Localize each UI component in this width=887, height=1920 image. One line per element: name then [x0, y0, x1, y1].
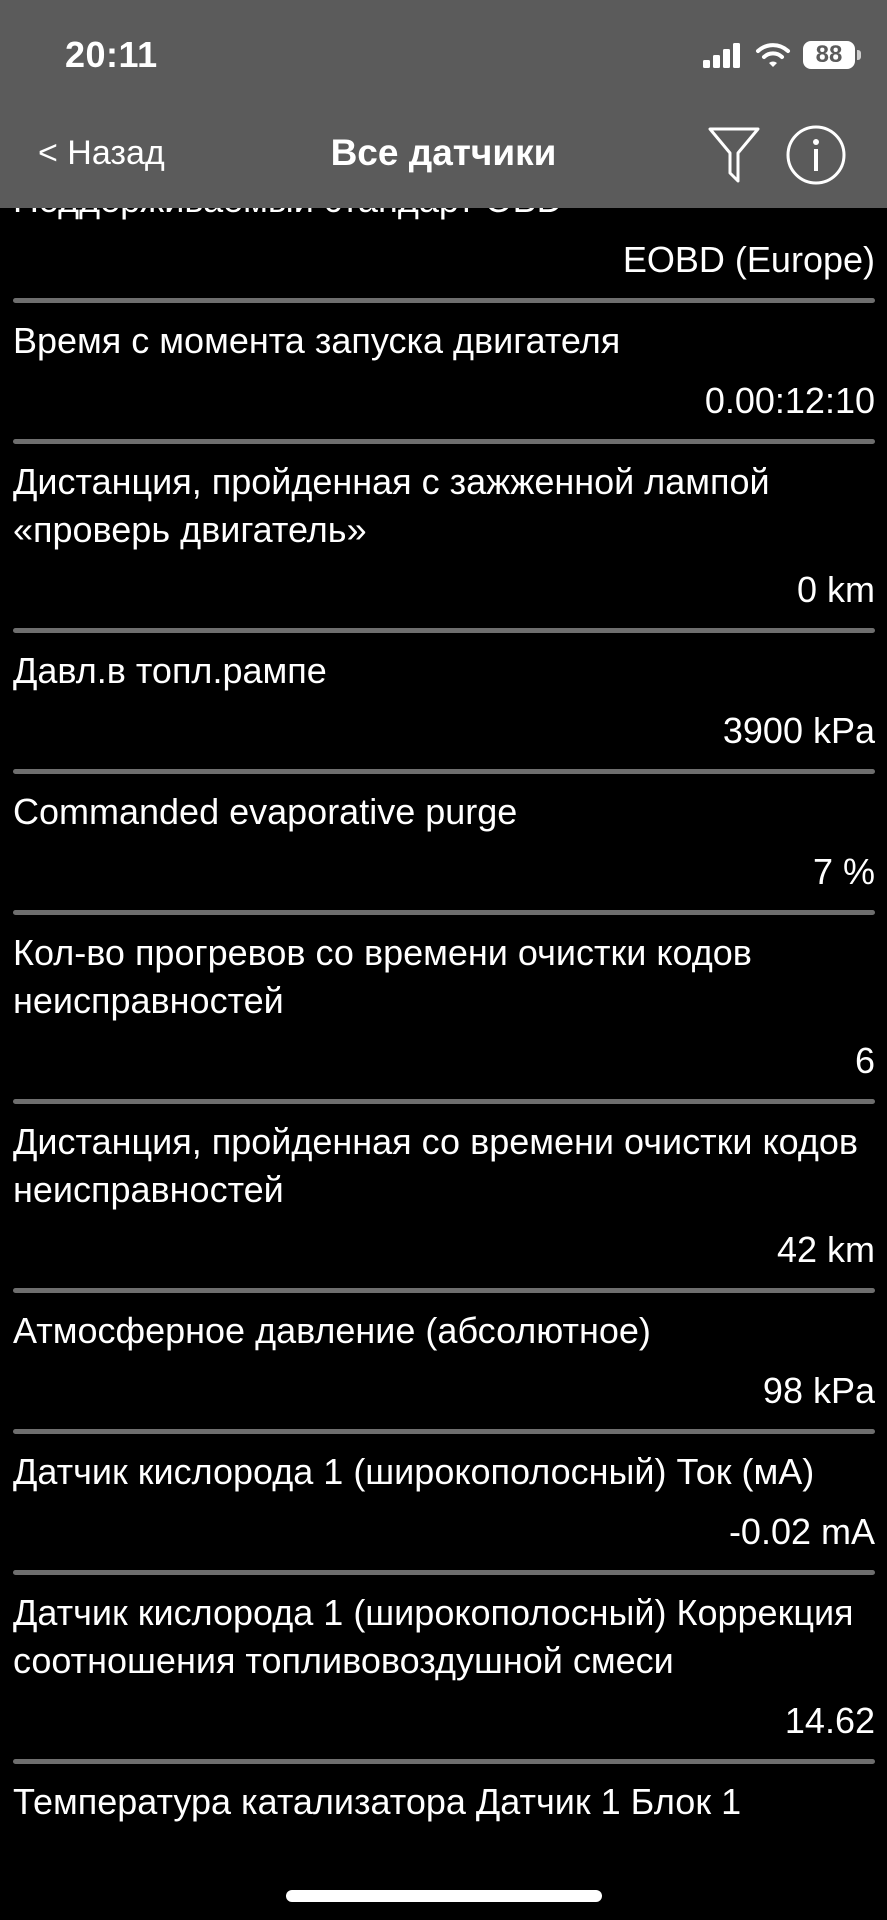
sensor-value: 0 km	[796, 569, 875, 610]
sensor-value: 6	[854, 1040, 875, 1081]
list-item[interactable]: Кол-во прогревов со времени очистки кодо…	[0, 915, 887, 1099]
list-item[interactable]: Давл.в топл.рампе 3900 kPa	[0, 633, 887, 769]
navigation-bar: 20:11 88 < Назад Все датчики	[0, 0, 887, 208]
nav-actions	[707, 124, 847, 186]
sensor-list[interactable]: Поддерживаемый стандарт OBD EOBD (Europe…	[0, 162, 887, 1826]
sensor-label: Дистанция, пройденная с зажженной лампой…	[13, 461, 770, 550]
sensor-value: 98 kPa	[762, 1370, 875, 1411]
sensor-value: -0.02 mA	[728, 1511, 875, 1552]
battery-level: 88	[815, 41, 843, 68]
cellular-signal-icon	[703, 43, 740, 68]
sensor-label: Датчик кислорода 1 (широкополосный) Ток …	[13, 1451, 815, 1492]
list-item[interactable]: Время с момента запуска двигателя 0.00:1…	[0, 303, 887, 439]
sensor-label: Дистанция, пройденная со времени очистки…	[13, 1121, 858, 1210]
list-item[interactable]: Датчик кислорода 1 (широкополосный) Корр…	[0, 1575, 887, 1759]
list-item[interactable]: Дистанция, пройденная с зажженной лампой…	[0, 444, 887, 628]
list-item[interactable]: Температура катализатора Датчик 1 Блок 1	[0, 1764, 887, 1826]
sensor-value: 3900 kPa	[722, 710, 875, 751]
home-indicator[interactable]	[286, 1890, 602, 1902]
sensor-value: 14.62	[784, 1700, 875, 1741]
list-item[interactable]: Датчик кислорода 1 (широкополосный) Ток …	[0, 1434, 887, 1570]
sensor-label: Давл.в топл.рампе	[13, 650, 327, 691]
sensor-label: Commanded evaporative purge	[13, 791, 518, 832]
list-item[interactable]: Дистанция, пройденная со времени очистки…	[0, 1104, 887, 1288]
sensor-value: 42 km	[776, 1229, 875, 1270]
sensor-label: Датчик кислорода 1 (широкополосный) Корр…	[13, 1592, 854, 1681]
sensor-label: Кол-во прогревов со времени очистки кодо…	[13, 932, 752, 1021]
sensor-value: 7 %	[812, 851, 875, 892]
sensor-value: 0.00:12:10	[704, 380, 875, 421]
status-icons: 88	[703, 38, 861, 72]
sensor-label: Атмосферное давление (абсолютное)	[13, 1310, 651, 1351]
info-icon[interactable]	[785, 124, 847, 186]
sensor-value: EOBD (Europe)	[622, 239, 875, 280]
status-time: 20:11	[65, 34, 158, 75]
sensor-label: Температура катализатора Датчик 1 Блок 1	[13, 1781, 742, 1822]
battery-icon: 88	[803, 41, 861, 69]
sensor-label: Время с момента запуска двигателя	[13, 320, 621, 361]
wifi-icon	[756, 43, 790, 67]
list-item[interactable]: Commanded evaporative purge 7 %	[0, 774, 887, 910]
list-item[interactable]: Атмосферное давление (абсолютное) 98 kPa	[0, 1293, 887, 1429]
filter-icon[interactable]	[707, 125, 761, 185]
